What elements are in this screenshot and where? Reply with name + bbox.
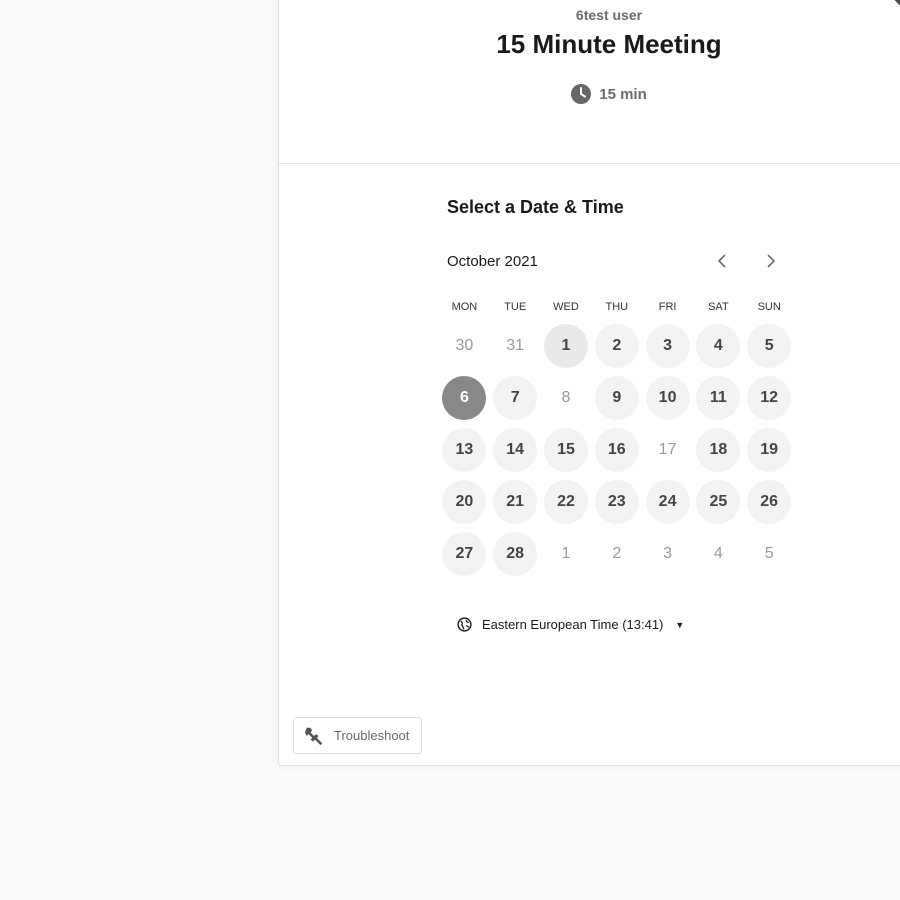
chevron-left-icon — [717, 254, 726, 268]
troubleshoot-button[interactable]: Troubleshoot — [293, 717, 422, 754]
weekday-label: SUN — [757, 301, 781, 313]
clock-icon — [571, 84, 592, 104]
next-month-button[interactable] — [757, 247, 785, 275]
globe-icon — [457, 617, 472, 632]
calendar-day[interactable]: 4 — [696, 324, 741, 368]
calendar-day[interactable]: 7 — [493, 376, 538, 420]
timezone-label: Eastern European Time (13:41) — [482, 617, 664, 632]
calendar-day[interactable]: 10 — [645, 376, 690, 420]
organizer-name: 6test user — [575, 7, 643, 23]
calendar-day[interactable]: 22 — [543, 480, 588, 524]
month-label: October 2021 — [447, 253, 538, 270]
weekday-label: TUE — [504, 301, 527, 313]
calendar-day[interactable]: 23 — [594, 480, 639, 524]
weekday-label: SAT — [708, 301, 729, 313]
calendar-day[interactable]: 16 — [594, 428, 639, 472]
calendar-day[interactable]: 13 — [442, 428, 487, 472]
calendar-day[interactable]: 19 — [747, 428, 792, 472]
picker-title: Select a Date & Time — [447, 197, 624, 217]
timezone-selector[interactable]: Eastern European Time (13:41) ▼ — [457, 617, 684, 632]
booking-card: Cal 6test user 15 Minute Meeting 15 min … — [278, 0, 900, 766]
calendar-day[interactable]: 12 — [747, 376, 792, 420]
duration-label: 15 min — [599, 85, 647, 103]
weekday-header: MON TUE WED THU FRI SAT SUN — [439, 301, 795, 313]
caret-down-icon: ▼ — [675, 619, 685, 630]
prev-month-button[interactable] — [708, 247, 736, 275]
calendar-day: 4 — [713, 545, 723, 562]
calendar-day: 17 — [658, 441, 677, 458]
calendar-grid: 30 31 1 2 3 4 5 6 7 8 9 10 11 12 13 14 15 16 17 18 19 20 21 22 2… — [439, 323, 795, 583]
calendar-day[interactable]: 26 — [747, 480, 792, 524]
weekday-label: WED — [553, 301, 579, 313]
calendar-day[interactable]: 21 — [493, 480, 538, 524]
calendar-day[interactable]: 1 — [543, 324, 588, 368]
calendar-day[interactable]: 15 — [543, 428, 588, 472]
calendar-day: 5 — [764, 545, 774, 562]
calendar-day: 3 — [663, 545, 673, 562]
event-header: 6test user 15 Minute Meeting 15 min — [279, 0, 900, 164]
calendar-day-selected[interactable]: 6 — [442, 376, 487, 420]
calendar-day[interactable]: 11 — [696, 376, 741, 420]
calendar-day: 2 — [612, 545, 622, 562]
weekday-label: THU — [605, 301, 629, 313]
troubleshoot-label: Troubleshoot — [334, 728, 410, 743]
calendar-day[interactable]: 20 — [442, 480, 487, 524]
calendar-day[interactable]: 27 — [442, 532, 487, 576]
calendar-day[interactable]: 25 — [696, 480, 741, 524]
weekday-label: MON — [451, 301, 478, 313]
calendar-day[interactable]: 14 — [493, 428, 538, 472]
calendar-day[interactable]: 5 — [747, 324, 792, 368]
event-title: 15 Minute Meeting — [496, 29, 722, 59]
calendar-day: 8 — [561, 389, 571, 406]
calendar-day: 31 — [506, 337, 525, 354]
event-duration: 15 min — [279, 84, 900, 104]
calendar-day[interactable]: 2 — [594, 324, 639, 368]
calendar-day[interactable]: 3 — [645, 324, 690, 368]
weekday-label: FRI — [658, 301, 677, 313]
calendar-day[interactable]: 24 — [645, 480, 690, 524]
calendar-day[interactable]: 18 — [696, 428, 741, 472]
calendar-day[interactable]: 28 — [493, 532, 538, 576]
wrench-icon — [304, 727, 323, 745]
calendar-day: 1 — [561, 545, 571, 562]
calendar-day[interactable]: 9 — [594, 376, 639, 420]
calendar-day: 30 — [455, 337, 474, 354]
chevron-right-icon — [767, 254, 776, 268]
